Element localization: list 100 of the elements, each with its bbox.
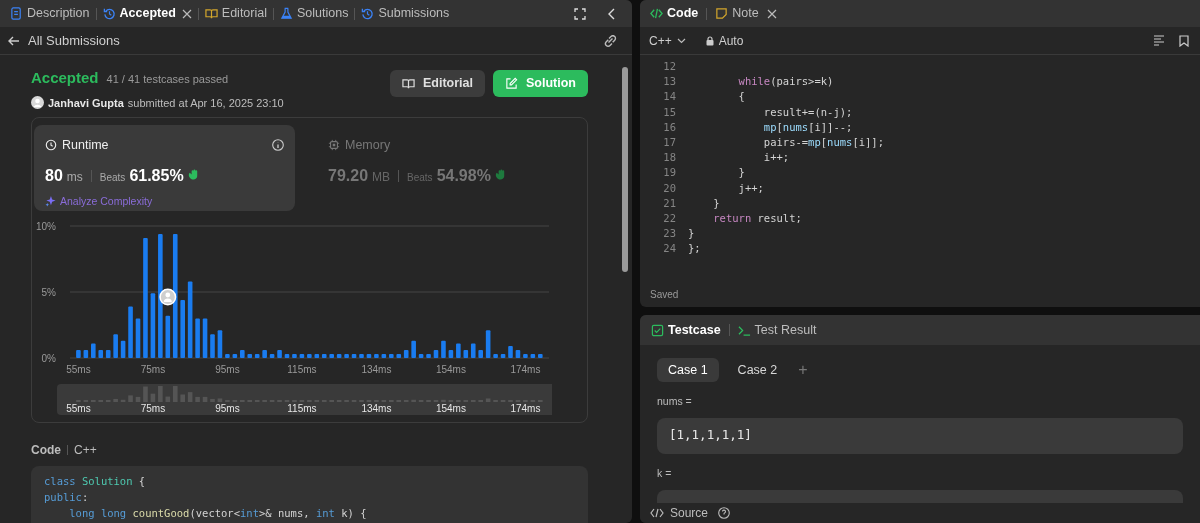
edit-icon [505, 77, 518, 90]
overview-tick-label: 115ms [287, 403, 317, 414]
overview-bar [150, 393, 156, 402]
code-line: } [688, 226, 695, 242]
terminal-icon [737, 323, 751, 337]
language-dropdown[interactable]: C++ [649, 31, 686, 50]
tab[interactable]: Submissions [361, 4, 450, 23]
tab[interactable]: Note [715, 4, 759, 23]
code-line: return result; [712, 210, 802, 226]
bar[interactable] [158, 233, 163, 358]
overview-bar [180, 394, 185, 402]
stat-value: 80 [45, 165, 63, 186]
code-line: mp[nums[i]]--; [762, 119, 853, 135]
bar[interactable] [172, 233, 178, 358]
sparkle-icon [45, 196, 56, 208]
code-line: class Solution { [44, 474, 146, 489]
book-icon [402, 77, 415, 90]
close-icon[interactable] [766, 8, 777, 19]
info-icon[interactable] [272, 139, 284, 152]
stat-unit: ms [66, 168, 83, 186]
code-line: j++; [737, 180, 764, 196]
range-overview[interactable] [57, 384, 552, 415]
submission-status: Accepted [31, 68, 99, 88]
user-position-marker[interactable] [159, 288, 177, 306]
x-tick-label: 95ms [215, 364, 240, 375]
code-section-title: Code [31, 442, 61, 459]
all-submissions-link[interactable]: All Submissions [28, 30, 120, 51]
code-line: i++; [762, 150, 790, 166]
bookmark-icon[interactable] [1179, 34, 1189, 47]
language-label: C++ [74, 442, 97, 459]
save-status: Saved [650, 287, 679, 302]
input-field[interactable]: [1,1,1,1,1] [657, 417, 1183, 454]
overview-tick-label: 134ms [361, 403, 392, 414]
flask-icon [280, 7, 293, 20]
stat-unit: MB [372, 168, 391, 186]
clock-icon [45, 139, 57, 152]
caret-icon [676, 37, 686, 44]
x-tick-label: 55ms [66, 364, 91, 375]
y-tick-label: 0% [41, 352, 56, 364]
x-tick-label: 75ms [140, 364, 166, 375]
line-number: 24 [662, 241, 676, 257]
history-icon [361, 7, 375, 20]
author-name[interactable]: Janhavi Gupta [48, 94, 124, 111]
line-number: 23 [662, 226, 676, 242]
code-line: long long countGood(vector<int>& nums, int k) { [68, 506, 367, 521]
overview-tick-label: 154ms [435, 403, 466, 414]
line-number: 22 [662, 210, 676, 226]
code-line: }; [688, 241, 701, 257]
case-tab[interactable]: Case 2 [726, 358, 789, 382]
overview-bar [187, 392, 193, 402]
line-number: 18 [662, 150, 676, 166]
tab[interactable]: Editorial [204, 4, 267, 23]
arrow-left-icon[interactable] [8, 34, 20, 47]
beats-percentage: 61.85% [129, 165, 184, 186]
book-icon [204, 7, 218, 20]
code-line: { [737, 89, 745, 105]
stat-card[interactable]: Runtime 80 ms Beats 61.85% Analyze Complexity [34, 125, 295, 211]
y-tick-label: 5% [41, 286, 56, 298]
note-icon [715, 7, 729, 20]
editorial-button[interactable]: Editorial [390, 70, 485, 97]
overview-bar [195, 396, 200, 402]
avatar-icon [31, 96, 44, 110]
tab[interactable]: Description [10, 4, 90, 23]
tab[interactable]: Accepted [102, 4, 176, 23]
overview-tick-label: 95ms [215, 403, 240, 414]
tab[interactable]: Test Result [737, 320, 817, 340]
case-tab[interactable]: Case 1 [657, 358, 719, 382]
chevron-left-icon[interactable] [608, 7, 616, 20]
code-line: } [712, 195, 720, 211]
fullscreen-icon[interactable] [574, 7, 586, 20]
line-number: 19 [662, 165, 676, 181]
y-tick-label: 10% [36, 220, 56, 232]
source-label[interactable]: Source [670, 504, 709, 522]
beats-label: Beats [407, 170, 433, 185]
line-number: 13 [662, 74, 676, 90]
close-icon[interactable] [181, 8, 192, 19]
help-icon[interactable] [718, 507, 731, 519]
tab[interactable]: Testcase [651, 320, 721, 340]
overview-tick-label: 55ms [66, 403, 91, 414]
beats-percentage: 54.98% [436, 165, 491, 186]
line-number: 17 [662, 134, 676, 150]
overview-bar [143, 386, 148, 402]
x-tick-label: 134ms [361, 364, 392, 375]
format-icon[interactable] [1153, 35, 1165, 46]
tab[interactable]: Code [650, 4, 699, 23]
link-icon[interactable] [603, 34, 618, 47]
code-line: public: [44, 490, 89, 505]
stat-title: Memory [345, 137, 391, 154]
x-tick-label: 154ms [435, 364, 466, 375]
line-number: 16 [662, 119, 676, 135]
code-icon [650, 7, 663, 20]
stat-title: Runtime [62, 137, 109, 154]
overview-bar [135, 396, 141, 402]
code-icon [650, 508, 664, 518]
tab[interactable]: Solutions [280, 4, 349, 23]
line-number: 12 [662, 59, 676, 74]
testcases-text: 41 / 41 testcases passed [106, 72, 229, 87]
line-number: 20 [662, 180, 676, 196]
code-line: } [737, 165, 745, 181]
line-number: 14 [662, 89, 676, 105]
